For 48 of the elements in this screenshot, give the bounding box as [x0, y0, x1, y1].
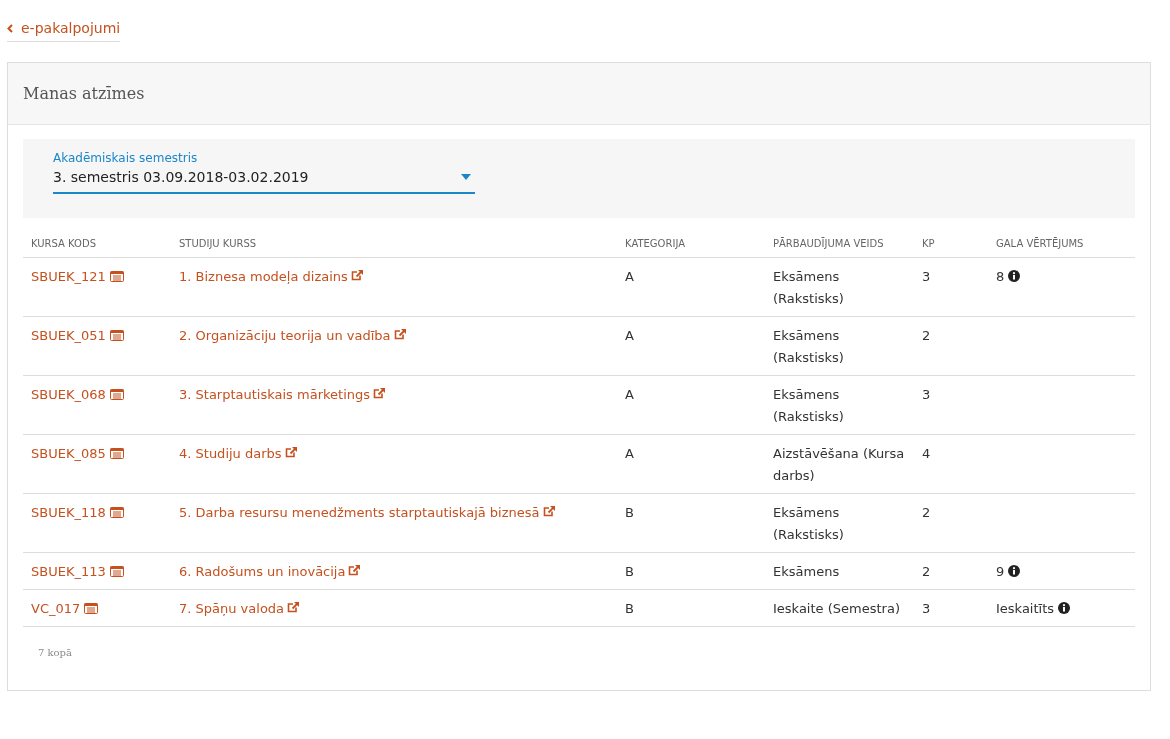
- column-header: KURSA KODS: [23, 232, 171, 258]
- course-link[interactable]: 5. Darba resursu menedžments starptautiskajā biznesā: [179, 505, 540, 520]
- table-cell: Eksāmens (Rakstisks): [765, 257, 914, 317]
- column-header: PĀRBAUDĪJUMA VEIDS: [765, 232, 914, 258]
- table-cell: 3: [914, 375, 988, 435]
- column-header: KP: [914, 232, 988, 258]
- course-code-link[interactable]: SBUEK_051: [31, 328, 106, 343]
- table-cell: 2: [914, 493, 988, 553]
- course-code-link[interactable]: SBUEK_113: [31, 564, 106, 579]
- table-cell: 2: [914, 316, 988, 376]
- semester-select[interactable]: Akadēmiskais semestris 3. semestris 03.09.2018-03.02.2019: [53, 149, 475, 194]
- column-header: KATEGORIJA: [617, 232, 765, 258]
- grade-text: Ieskaitīts: [996, 601, 1055, 616]
- table-cell: 4: [914, 434, 988, 494]
- course-link[interactable]: 6. Radošums un inovācija: [179, 564, 346, 579]
- grade-text: 9: [996, 564, 1005, 579]
- course-code-link[interactable]: SBUEK_118: [31, 505, 106, 520]
- table-cell: 2: [914, 552, 988, 590]
- course-link[interactable]: 2. Organizāciju teorija un vadība: [179, 328, 391, 343]
- course-link[interactable]: 7. Spāņu valoda: [179, 601, 285, 616]
- table-cell: A: [617, 316, 765, 376]
- course-code-link[interactable]: SBUEK_121: [31, 269, 106, 284]
- table-cell: A: [617, 257, 765, 317]
- course-code-link[interactable]: VC_017: [31, 601, 81, 616]
- total-count: 7 kopā: [37, 646, 73, 660]
- course-link[interactable]: 3. Starptautiskais mārketings: [179, 387, 371, 402]
- grade-text: 8: [996, 269, 1005, 284]
- course-code-link[interactable]: SBUEK_068: [31, 387, 106, 402]
- table-cell: Eksāmens: [765, 552, 914, 590]
- table-cell: B: [617, 589, 765, 627]
- panel-title: Manas atzīmes: [23, 83, 145, 104]
- course-code-link[interactable]: SBUEK_085: [31, 446, 106, 461]
- table-cell: Eksāmens (Rakstisks): [765, 493, 914, 553]
- table-cell: Eksāmens (Rakstisks): [765, 316, 914, 376]
- table-cell: Ieskaite (Semestra): [765, 589, 914, 627]
- table-cell: A: [617, 434, 765, 494]
- course-link[interactable]: 1. Biznesa modeļa dizains: [179, 269, 348, 284]
- back-link[interactable]: e-pakalpojumi: [7, 18, 121, 42]
- table-cell: B: [617, 493, 765, 553]
- table-cell: Aizstāvēšana (Kursa darbs): [765, 434, 914, 494]
- table-cell: Eksāmens (Rakstisks): [765, 375, 914, 435]
- column-header: GALA VĒRTĒJUMS: [988, 232, 1135, 258]
- course-link[interactable]: 4. Studiju darbs: [179, 446, 282, 461]
- table-cell: 3: [914, 589, 988, 627]
- table-cell: B: [617, 552, 765, 590]
- table-cell: A: [617, 375, 765, 435]
- table-cell: 3: [914, 257, 988, 317]
- column-header: STUDIJU KURSS: [171, 232, 617, 258]
